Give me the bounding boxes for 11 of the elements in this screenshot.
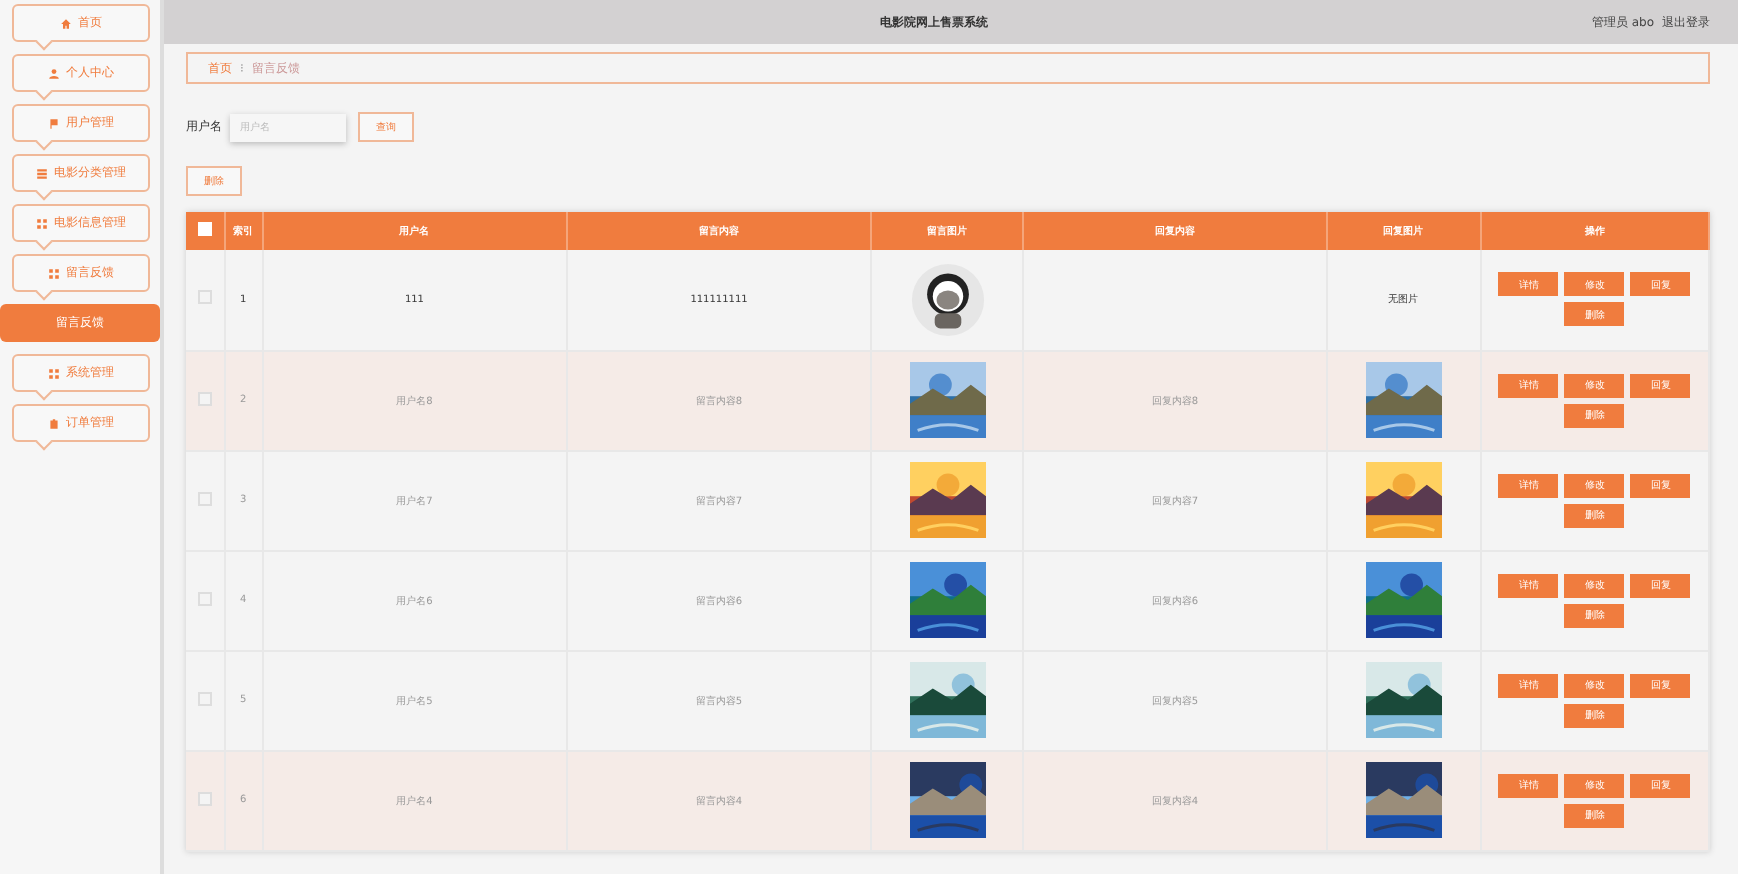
grid-icon: [48, 267, 60, 279]
clipboard-icon: [48, 417, 60, 429]
list-icon: [36, 167, 48, 179]
user-icon: [48, 67, 60, 79]
home-icon: [60, 17, 72, 29]
row-checkbox[interactable]: [197, 791, 212, 805]
grid-icon: [48, 367, 60, 379]
flag-icon: [48, 117, 60, 129]
select-all-checkbox[interactable]: [197, 222, 212, 236]
row-checkbox[interactable]: [197, 391, 212, 405]
grid-icon: [36, 217, 48, 229]
